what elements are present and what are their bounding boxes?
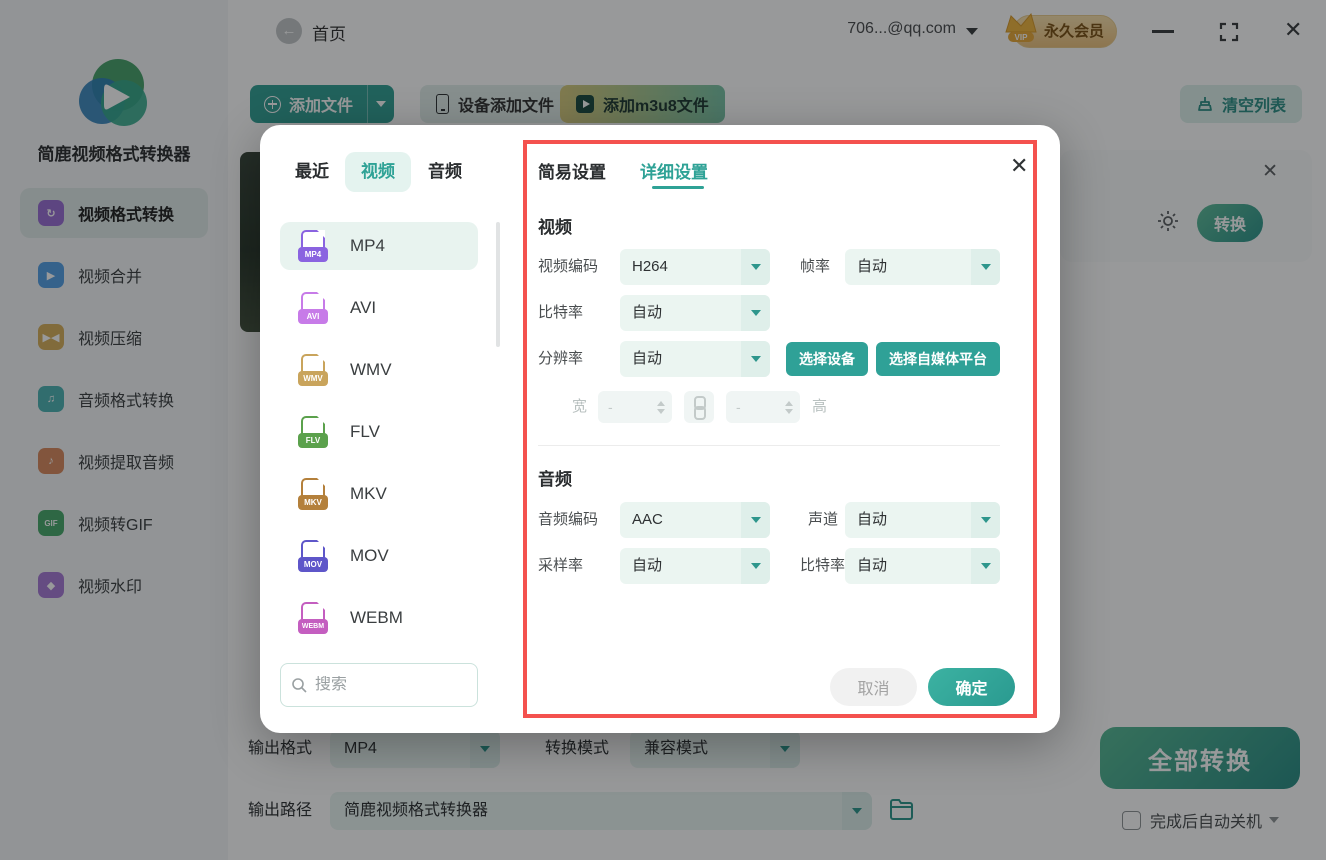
audio-codec-label: 音频编码 — [538, 502, 598, 538]
chevron-down-icon — [971, 548, 1000, 584]
format-list-scrollbar[interactable] — [496, 222, 500, 347]
format-item-flv[interactable]: FLV FLV — [280, 408, 478, 456]
format-search — [280, 663, 478, 707]
mp4-file-icon: MP4 — [298, 230, 328, 262]
format-item-wmv[interactable]: WMV WMV — [280, 346, 478, 394]
mov-file-icon: MOV — [298, 540, 328, 572]
format-item-mp4[interactable]: MP4 MP4 — [280, 222, 478, 270]
select-device-button[interactable]: 选择设备 — [786, 342, 868, 376]
format-item-webm[interactable]: WEBM WEBM — [280, 594, 478, 642]
fps-label: 帧率 — [800, 249, 830, 285]
flv-file-icon: FLV — [298, 416, 328, 448]
tab-simple-settings[interactable]: 简易设置 — [538, 158, 606, 183]
chevron-down-icon — [741, 548, 770, 584]
format-item-mkv[interactable]: MKV MKV — [280, 470, 478, 518]
chevron-down-icon — [971, 502, 1000, 538]
ok-button[interactable]: 确定 — [928, 668, 1015, 706]
video-section-title: 视频 — [538, 213, 572, 238]
section-divider — [538, 445, 1000, 446]
tab-video[interactable]: 视频 — [345, 152, 411, 192]
audio-bitrate-label: 比特率 — [800, 548, 845, 584]
active-tab-underline — [652, 186, 704, 189]
highlight-rectangle — [523, 140, 1037, 718]
format-item-mov[interactable]: MOV MOV — [280, 532, 478, 580]
search-icon — [291, 677, 307, 693]
stepper-arrows-icon[interactable] — [654, 401, 672, 414]
audio-codec-select[interactable]: AAC — [620, 502, 770, 538]
tab-audio[interactable]: 音频 — [428, 152, 462, 192]
video-codec-select[interactable]: H264 — [620, 249, 770, 285]
sample-rate-select[interactable]: 自动 — [620, 548, 770, 584]
video-codec-label: 视频编码 — [538, 249, 598, 285]
stepper-arrows-icon[interactable] — [782, 401, 800, 414]
audio-bitrate-select[interactable]: 自动 — [845, 548, 1000, 584]
avi-file-icon: AVI — [298, 292, 328, 324]
channel-select[interactable]: 自动 — [845, 502, 1000, 538]
audio-section-title: 音频 — [538, 465, 572, 490]
modal-close-icon[interactable]: ✕ — [1010, 153, 1028, 179]
wmv-file-icon: WMV — [298, 354, 328, 386]
sample-rate-label: 采样率 — [538, 548, 583, 584]
chevron-down-icon — [741, 295, 770, 331]
chevron-down-icon — [741, 502, 770, 538]
cancel-button[interactable]: 取消 — [830, 668, 917, 706]
width-stepper[interactable]: - — [598, 391, 672, 423]
video-bitrate-label: 比特率 — [538, 295, 583, 331]
link-dimensions-icon[interactable] — [684, 391, 714, 423]
resolution-select[interactable]: 自动 — [620, 341, 770, 377]
app-window: ← 首页 706...@qq.com 永久会员 VIP ✕ 简鹿视频格式转换器 — [0, 0, 1326, 860]
fps-select[interactable]: 自动 — [845, 249, 1000, 285]
chevron-down-icon — [971, 249, 1000, 285]
format-item-avi[interactable]: AVI AVI — [280, 284, 478, 332]
select-platform-button[interactable]: 选择自媒体平台 — [876, 342, 1000, 376]
chevron-down-icon — [741, 249, 770, 285]
tab-detail-settings[interactable]: 详细设置 — [640, 158, 708, 183]
resolution-label: 分辨率 — [538, 341, 583, 377]
webm-file-icon: WEBM — [298, 602, 328, 634]
height-label: 高 — [812, 391, 827, 423]
tab-recent[interactable]: 最近 — [295, 152, 329, 192]
video-bitrate-select[interactable]: 自动 — [620, 295, 770, 331]
search-input[interactable] — [315, 676, 455, 694]
output-settings-modal: 最近 视频 音频 MP4 MP4 AVI AVI WMV WMV — [260, 125, 1060, 733]
channel-label: 声道 — [808, 502, 838, 538]
mkv-file-icon: MKV — [298, 478, 328, 510]
height-stepper[interactable]: - — [726, 391, 800, 423]
chevron-down-icon — [741, 341, 770, 377]
width-label: 宽 — [572, 391, 587, 423]
